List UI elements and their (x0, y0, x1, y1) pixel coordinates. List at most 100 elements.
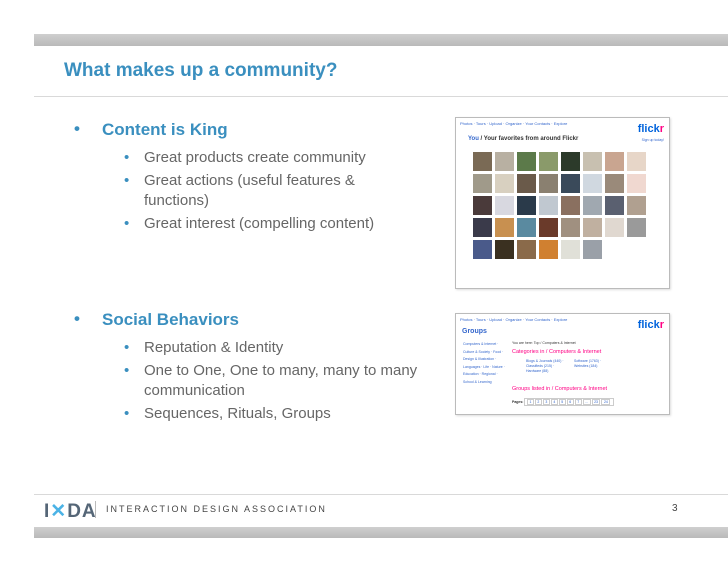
photo-thumbnail[interactable] (605, 174, 624, 193)
favorites-heading: You / Your favorites from around Flickr (468, 136, 578, 142)
photo-thumbnail[interactable] (561, 240, 580, 259)
bullet-item: • Reputation & Identity (64, 338, 424, 358)
heading-rest: / Your favorites from around Flickr (478, 136, 579, 142)
photo-thumbnail[interactable] (473, 196, 492, 215)
bullet-item-text: Sequences, Rituals, Groups (144, 405, 331, 422)
page-link[interactable]: 23 (591, 399, 601, 405)
flickr-nav: Photos · Tours · Upload · Organize · You… (460, 121, 568, 126)
groups-title: Groups (462, 328, 487, 335)
photo-thumbnail[interactable] (561, 196, 580, 215)
bullet-item-text: Great interest (compelling content) (144, 215, 375, 232)
page-link[interactable]: 1 (526, 399, 534, 405)
photo-thumbnail[interactable] (517, 218, 536, 237)
subcategory-list-1: Blogs & Journals (440) · Classifieds (21… (526, 359, 564, 373)
bullet-item: • Great interest (compelling content) (64, 214, 424, 234)
page-link[interactable]: 7 (574, 399, 582, 405)
photo-thumbnail[interactable] (627, 152, 646, 171)
photo-thumbnail[interactable] (495, 196, 514, 215)
bottom-decor-band (34, 527, 728, 538)
bullet-item: • Great products create community (64, 148, 424, 168)
bullet-dot-icon: • (124, 172, 130, 189)
photo-thumbnail[interactable] (539, 196, 558, 215)
photo-thumbnail[interactable] (517, 152, 536, 171)
photo-thumbnail[interactable] (561, 174, 580, 193)
page-link[interactable]: 24 (601, 399, 611, 405)
page-links: 1 2 3 4 5 6 7... 23 24 (524, 398, 614, 406)
photo-thumbnail[interactable] (605, 152, 624, 171)
bullet-dot-icon: • (74, 309, 80, 328)
photo-thumbnail[interactable] (473, 218, 492, 237)
bullet-item-text: Reputation & Identity (144, 339, 284, 356)
flickr-logo: flickr (638, 123, 664, 135)
flickr-groups-screenshot: Photos · Tours · Upload · Organize · You… (455, 313, 670, 415)
photo-thumbnail[interactable] (473, 174, 492, 193)
flickr-logo: flickr (638, 319, 664, 331)
page-link[interactable]: 5 (558, 399, 566, 405)
page-link[interactable]: 2 (534, 399, 542, 405)
photo-thumbnail[interactable] (561, 152, 580, 171)
bullet-dot-icon: • (124, 339, 130, 356)
heading-you: You (468, 136, 479, 142)
photo-thumbnail[interactable] (605, 196, 624, 215)
pages-label: Pages: (512, 400, 524, 404)
photo-thumbnail[interactable] (583, 240, 602, 259)
bullet-item-text: Great products create community (144, 149, 366, 166)
photo-thumbnail[interactable] (495, 174, 514, 193)
bullet-section-content: • Content is King • Great products create … (64, 119, 424, 237)
photo-thumbnail[interactable] (539, 174, 558, 193)
photo-thumbnail[interactable] (539, 240, 558, 259)
photo-thumbnail[interactable] (539, 152, 558, 171)
groups-listed-heading: Groups listed in / Computers & Internet (512, 386, 608, 392)
bullet-item: • Sequences, Rituals, Groups (64, 404, 424, 424)
photo-thumbnail[interactable] (495, 240, 514, 259)
photo-thumbnail[interactable] (627, 174, 646, 193)
category-heading: Categories in / Computers & Internet (512, 349, 602, 355)
page-number: 3 (672, 503, 678, 514)
flickr-logo-r: r (659, 319, 664, 331)
page-link[interactable]: 4 (550, 399, 558, 405)
bullet-dot-icon: • (124, 149, 130, 166)
flickr-favorites-screenshot: Photos · Tours · Upload · Organize · You… (455, 117, 670, 289)
page-link[interactable]: ... (582, 399, 591, 405)
bullet-dot-icon: • (124, 362, 130, 379)
flickr-logo-text: flick (637, 319, 660, 331)
photo-thumbnail[interactable] (495, 218, 514, 237)
title-divider (34, 96, 728, 97)
photo-thumbnail[interactable] (627, 196, 646, 215)
pagination: Pages: 1 2 3 4 5 6 7... 23 24 (512, 398, 615, 406)
page-link[interactable]: 3 (542, 399, 550, 405)
ixda-logo: I✕DA (44, 501, 97, 522)
photo-thumbnail[interactable] (517, 174, 536, 193)
flickr-nav: Photos · Tours · Upload · Organize · You… (460, 317, 568, 322)
footer-divider (34, 494, 728, 495)
bullet-section-social: • Social Behaviors • Reputation & Identity… (64, 309, 424, 427)
photo-thumbnail[interactable] (517, 196, 536, 215)
photo-thumbnail[interactable] (583, 196, 602, 215)
photo-thumbnail[interactable] (583, 174, 602, 193)
photo-thumbnail[interactable] (583, 218, 602, 237)
bullet-heading: • Content is King (64, 119, 424, 140)
page-link[interactable]: 6 (566, 399, 574, 405)
bullet-item: • Great actions (useful features & functi… (64, 171, 424, 211)
photo-thumbnail[interactable] (605, 218, 624, 237)
photo-thumbnail[interactable] (583, 152, 602, 171)
bullet-dot-icon: • (124, 215, 130, 232)
subcategory-list-2: Software (1763) · Websites (184) (574, 359, 602, 368)
group-category-links: Computers & Internet · Culture & Society… (463, 342, 505, 384)
photo-thumbnail[interactable] (561, 218, 580, 237)
footer-org-name: INTERACTION DESIGN ASSOCIATION (106, 504, 327, 514)
photo-thumbnail[interactable] (473, 152, 492, 171)
photo-thumbnail[interactable] (495, 152, 514, 171)
photo-thumbnail[interactable] (473, 240, 492, 259)
flickr-logo-r: r (659, 123, 664, 135)
bullet-item-text: One to One, One to many, many to many co… (144, 362, 418, 399)
bullet-item: • One to One, One to many, many to many c… (64, 361, 424, 401)
bullet-dot-icon: • (74, 119, 80, 138)
signup-text: Sign up today! (641, 138, 664, 142)
photo-thumbnail[interactable] (517, 240, 536, 259)
photo-thumbnail[interactable] (539, 218, 558, 237)
top-decor-band (34, 34, 728, 46)
bullet-item-text: Great actions (useful features & functio… (144, 172, 355, 209)
flickr-logo-text: flick (637, 123, 660, 135)
photo-thumbnail[interactable] (627, 218, 646, 237)
